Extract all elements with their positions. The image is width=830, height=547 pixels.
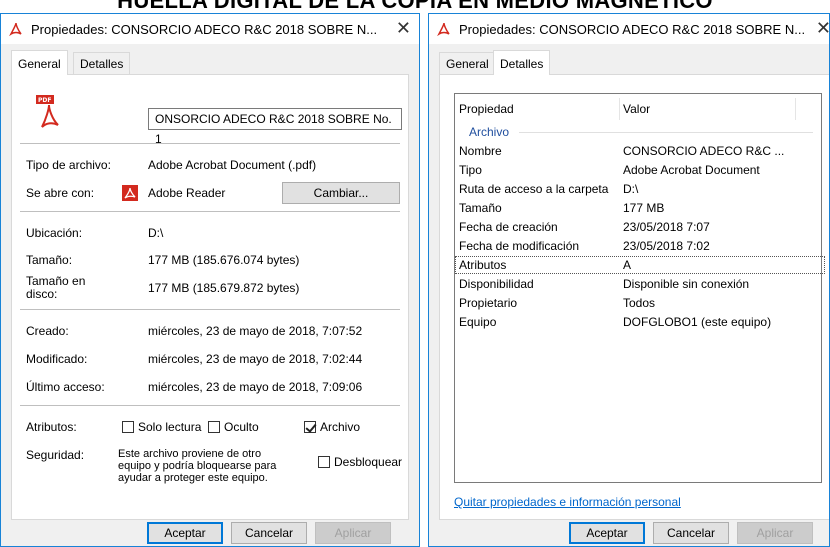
close-icon[interactable]: ✕ [396, 18, 411, 39]
label-atributos: Atributos: [26, 420, 77, 434]
aplicar-button[interactable]: Aplicar [737, 522, 813, 544]
value-creado: miércoles, 23 de mayo de 2018, 7:07:52 [148, 324, 363, 338]
section-archivo: Archivo [469, 125, 510, 139]
tab-general[interactable]: General [11, 50, 68, 75]
header-valor[interactable]: Valor [623, 102, 650, 116]
properties-window-general: Propiedades: CONSORCIO ADECO R&C 2018 SO… [0, 13, 420, 547]
oculto-checkbox[interactable] [208, 421, 220, 433]
tab-general[interactable]: General [439, 52, 496, 75]
label-acceso: Último acceso: [26, 380, 105, 394]
header-propiedad[interactable]: Propiedad [459, 102, 514, 116]
solo-lectura-label[interactable]: Solo lectura [138, 420, 201, 434]
seguridad-text-3: ayudar a proteger este equipo. [118, 472, 268, 484]
seguridad-text-1: Este archivo proviene de otro [118, 448, 262, 460]
oculto-label[interactable]: Oculto [224, 420, 259, 434]
aceptar-button[interactable]: Aceptar [569, 522, 645, 544]
table-row[interactable]: Fecha de creación 23/05/2018 7:07 [455, 218, 825, 236]
value-tamano: 177 MB (185.676.074 bytes) [148, 253, 300, 267]
table-row[interactable]: Disponibilidad Disponible sin conexión [455, 275, 825, 293]
desbloquear-checkbox[interactable] [318, 456, 330, 468]
general-panel: PDF ONSORCIO ADECO R&C 2018 SOBRE No. 1 … [11, 74, 409, 520]
table-row[interactable]: Propietario Todos [455, 294, 825, 312]
close-icon[interactable]: ✕ [816, 18, 829, 39]
adobe-reader-icon [122, 185, 138, 201]
table-row[interactable]: Tamaño 177 MB [455, 199, 825, 217]
label-tamano: Tamaño: [26, 253, 73, 267]
value-tamano-disco: 177 MB (185.679.872 bytes) [148, 281, 300, 295]
detalles-panel: Propiedad Valor Archivo Nombre CONSORCIO … [439, 74, 829, 520]
remove-properties-link[interactable]: Quitar propiedades e información persona… [454, 495, 681, 509]
pdf-icon [9, 22, 22, 36]
pdf-icon [437, 22, 450, 36]
aplicar-button[interactable]: Aplicar [315, 522, 391, 544]
table-row[interactable]: Fecha de modificación 23/05/2018 7:02 [455, 237, 825, 255]
label-abre: Se abre con: [26, 186, 95, 200]
label-seguridad: Seguridad: [26, 448, 85, 462]
title-bar[interactable]: Propiedades: CONSORCIO ADECO R&C 2018 SO… [429, 14, 829, 44]
tab-detalles[interactable]: Detalles [73, 52, 131, 75]
value-abre: Adobe Reader [148, 186, 226, 200]
pdf-icon: PDF [36, 95, 59, 128]
label-creado: Creado: [26, 324, 69, 338]
page-banner: HUELLA DIGITAL DE LA COPIA EN MEDIO MAGN… [117, 0, 713, 13]
properties-list[interactable]: Propiedad Valor Archivo Nombre CONSORCIO … [454, 93, 825, 483]
value-modificado: miércoles, 23 de mayo de 2018, 7:02:44 [148, 352, 363, 366]
seguridad-text-2: equipo y podría bloquearse para [118, 460, 277, 472]
table-row[interactable]: Nombre CONSORCIO ADECO R&C ... [455, 142, 825, 160]
value-acceso: miércoles, 23 de mayo de 2018, 7:09:06 [148, 380, 363, 394]
table-row[interactable]: Tipo Adobe Acrobat Document [455, 161, 825, 179]
value-ubicacion: D:\ [148, 226, 164, 240]
label-modificado: Modificado: [26, 352, 88, 366]
cancelar-button[interactable]: Cancelar [653, 522, 729, 544]
archivo-checkbox[interactable] [304, 421, 316, 433]
cambiar-button[interactable]: Cambiar... [282, 182, 400, 204]
cancelar-button[interactable]: Cancelar [231, 522, 307, 544]
table-row-selected[interactable]: Atributos A [455, 256, 825, 274]
table-row[interactable]: Ruta de acceso a la carpeta D:\ [455, 180, 825, 198]
aceptar-button[interactable]: Aceptar [147, 522, 223, 544]
file-name-input[interactable]: ONSORCIO ADECO R&C 2018 SOBRE No. 1 [148, 108, 402, 146]
solo-lectura-checkbox[interactable] [122, 421, 134, 433]
title-bar[interactable]: Propiedades: CONSORCIO ADECO R&C 2018 SO… [1, 14, 419, 44]
archivo-label[interactable]: Archivo [320, 420, 360, 434]
table-row[interactable]: Equipo DOFGLOBO1 (este equipo) [455, 313, 825, 331]
desbloquear-label[interactable]: Desbloquear [334, 455, 402, 469]
label-ubicacion: Ubicación: [26, 226, 83, 240]
window-title: Propiedades: CONSORCIO ADECO R&C 2018 SO… [31, 22, 378, 37]
value-tipo: Adobe Acrobat Document (.pdf) [148, 158, 317, 172]
label-tipo: Tipo de archivo: [26, 158, 111, 172]
window-title: Propiedades: CONSORCIO ADECO R&C 2018 SO… [459, 22, 806, 37]
tab-detalles[interactable]: Detalles [493, 50, 551, 75]
properties-window-detalles: Propiedades: CONSORCIO ADECO R&C 2018 SO… [428, 13, 830, 547]
label-tamano-disco-2: disco: [26, 287, 58, 301]
svg-text:PDF: PDF [38, 97, 51, 104]
label-tamano-disco-1: Tamaño en [26, 274, 86, 288]
